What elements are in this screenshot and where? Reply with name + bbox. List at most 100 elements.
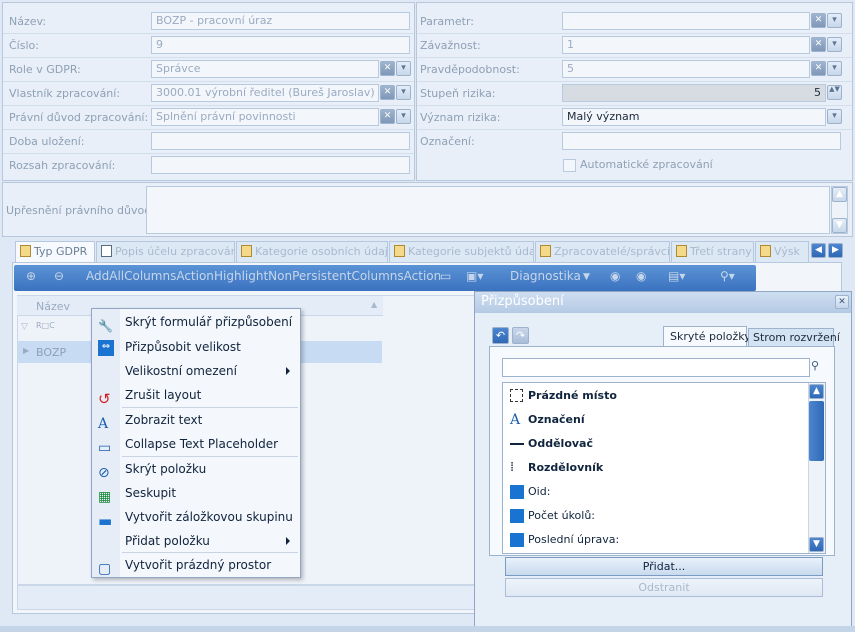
filter-placeholder[interactable]: R□C (36, 321, 55, 330)
legal-reason-detail-textarea[interactable] (146, 186, 830, 234)
field-icon (510, 485, 524, 499)
undo-icon[interactable]: ↶ (492, 327, 509, 344)
context-menu-item-7[interactable]: ▦ Seskupit (92, 482, 300, 506)
toolbar-view-icon[interactable]: ▣▾ (466, 269, 483, 287)
toolbar-delete-icon[interactable]: ⊖ (54, 269, 64, 287)
tab-hidden-items[interactable]: Skryté položky (663, 326, 751, 347)
add-all-columns-button[interactable]: AddAllColumnsAction (86, 269, 214, 287)
context-menu-item-9[interactable]: Přidat položku (92, 530, 300, 554)
list-item[interactable]: ⁞ Rozdělovník (510, 457, 603, 479)
menu-separator (122, 456, 298, 457)
clear-icon[interactable]: ✕ (811, 13, 826, 28)
toolbar-tools-icon[interactable]: ⚲▾ (720, 269, 735, 287)
document-icon (540, 245, 551, 257)
list-scroll-down-icon[interactable]: ▼ (809, 537, 824, 552)
chevron-down-icon[interactable]: ▾ (827, 61, 842, 76)
field-icon (510, 533, 524, 547)
tab-1[interactable]: Popis účelu zpracování (96, 241, 235, 262)
context-menu-item-0[interactable]: 🔧 Skrýt formulář přizpůsobení (92, 311, 300, 335)
row-indicator-icon: ▶ (23, 346, 30, 355)
field-input[interactable]: 3000.01 výrobní ředitel (Bureš Jaroslav) (151, 84, 379, 102)
tab-scroll-right-icon[interactable]: ▶ (828, 243, 843, 258)
submenu-arrow-icon (286, 367, 290, 375)
grid-column-header[interactable]: Název (36, 300, 70, 313)
clear-icon[interactable]: ✕ (380, 61, 395, 76)
field-input[interactable]: Správce (151, 60, 379, 78)
list-item[interactable]: Počet úkolů: (510, 505, 595, 527)
diagnostika-button[interactable]: Diagnostika (510, 269, 581, 287)
row-divider (417, 105, 852, 106)
list-scroll-thumb[interactable] (809, 401, 824, 461)
scroll-up-icon[interactable]: ▲ (832, 187, 847, 202)
list-item-label: Rozdělovník (528, 461, 604, 474)
scroll-down-icon[interactable]: ▼ (832, 218, 847, 233)
field-input[interactable] (562, 12, 810, 30)
toolbar-save-icon[interactable]: ▤▾ (668, 269, 685, 287)
context-menu-item-5[interactable]: ▭ Collapse Text Placeholder (92, 433, 300, 457)
context-menu: 🔧 Skrýt formulář přizpůsobení ⇔ Přizpůsobit… (91, 308, 301, 578)
toolbar-window-icon[interactable]: ▭ (440, 269, 451, 287)
context-menu-item-2[interactable]: Velikostní omezení (92, 360, 300, 384)
auto-processing-checkbox[interactable] (563, 159, 576, 172)
context-menu-item-1[interactable]: ⇔ Přizpůsobit velikost (92, 336, 300, 360)
search-icon[interactable]: ⚲ (811, 359, 825, 376)
list-item[interactable]: Poslední úprava: (510, 529, 619, 551)
field-input[interactable]: BOZP - pracovní úraz (151, 12, 410, 30)
clear-icon[interactable]: ✕ (380, 85, 395, 100)
tab-5[interactable]: Třetí strany (671, 241, 754, 262)
context-menu-item-8[interactable]: ▬ Vytvořit záložkovou skupinu (92, 506, 300, 530)
tab-4[interactable]: Zpracovatelé/správci (535, 241, 670, 262)
clear-icon[interactable]: ✕ (811, 61, 826, 76)
context-menu-item-4[interactable]: A Zobrazit text (92, 409, 300, 433)
clear-icon[interactable]: ✕ (380, 109, 395, 124)
list-scroll-up-icon[interactable]: ▲ (809, 384, 824, 399)
tab-label: Kategorie subjektů údajů (408, 245, 534, 258)
chevron-down-icon[interactable]: ▾ (396, 85, 411, 100)
tab-6[interactable]: Výsk (755, 241, 809, 262)
context-menu-label: Zrušit layout (125, 388, 202, 402)
field-input[interactable]: 9 (151, 36, 410, 54)
context-menu-label: Přidat položku (125, 534, 210, 548)
field-input[interactable] (151, 132, 410, 150)
list-item[interactable]: Prázdné místo (510, 385, 617, 407)
tab-3[interactable]: Kategorie subjektů údajů (389, 241, 534, 262)
highlight-columns-button[interactable]: HighlightNonPersistentColumnsAction (214, 269, 441, 287)
field-input[interactable]: 5 (562, 84, 826, 102)
chevron-down-icon[interactable]: ▾ (827, 109, 842, 124)
clear-icon[interactable]: ✕ (811, 37, 826, 52)
tab-0[interactable]: Typ GDPR (15, 241, 95, 262)
diagnostika-dropdown-icon[interactable]: ▼ (583, 272, 590, 290)
chevron-down-icon[interactable]: ▾ (396, 61, 411, 76)
field-label: Doba uložení: (9, 135, 85, 148)
context-menu-item-10[interactable]: ▢ Vytvořit prázdný prostor (92, 554, 300, 578)
chevron-down-icon[interactable]: ▾ (396, 109, 411, 124)
field-input[interactable] (562, 132, 841, 150)
tab-2[interactable]: Kategorie osobních údajů (236, 241, 388, 262)
tab-scroll-left-icon[interactable]: ◀ (811, 243, 826, 258)
field-input[interactable]: 5 (562, 60, 810, 78)
context-menu-item-3[interactable]: ↺ Zrušit layout (92, 384, 300, 408)
toolbar-new-icon[interactable]: ⊕ (26, 269, 36, 287)
list-item[interactable]: Oddělovač (510, 433, 593, 455)
field-input[interactable] (151, 156, 410, 174)
redo-icon[interactable]: ↷ (512, 327, 529, 344)
field-input[interactable]: 1 (562, 36, 810, 54)
remove-button[interactable]: Odstranit (505, 578, 823, 597)
list-item[interactable]: A Označení (510, 409, 585, 431)
chevron-down-icon[interactable]: ▾ (827, 37, 842, 52)
list-item[interactable]: Oid: (510, 481, 550, 503)
toolbar-up-icon[interactable]: ◉ (610, 269, 620, 287)
menu-separator (122, 552, 298, 553)
context-menu-item-6[interactable]: ⊘ Skrýt položku (92, 458, 300, 482)
spinner-icon[interactable]: ▲▼ (827, 85, 842, 100)
add-button[interactable]: Přidat... (505, 557, 823, 576)
close-icon[interactable]: ✕ (835, 295, 849, 309)
customization-search-input[interactable] (502, 358, 810, 377)
field-input[interactable]: Splnění právní povinnosti (151, 108, 379, 126)
toolbar-down-icon[interactable]: ◉ (636, 269, 646, 287)
text-eye-icon: A (98, 416, 109, 432)
chevron-down-icon[interactable]: ▾ (827, 13, 842, 28)
field-input[interactable]: Malý význam (562, 108, 826, 126)
tab-layout-tree[interactable]: Strom rozvržení (748, 328, 840, 347)
splitter-icon: ⁞ (510, 460, 515, 475)
